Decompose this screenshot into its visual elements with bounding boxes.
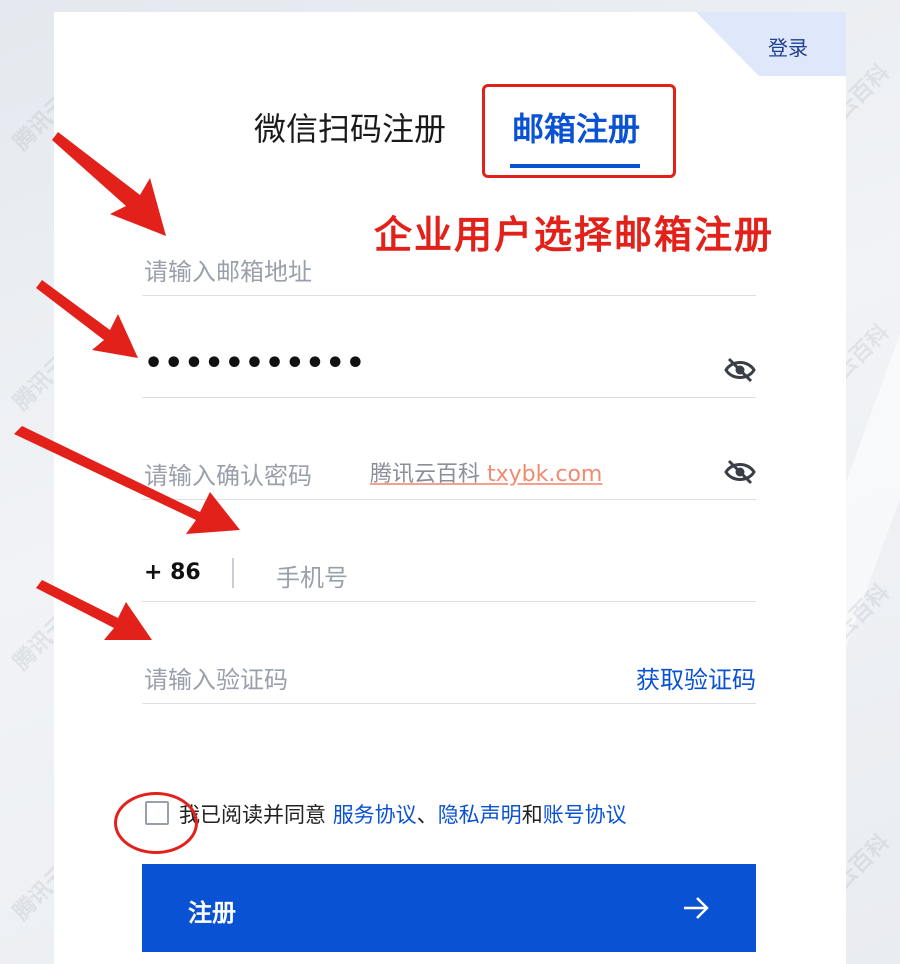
watermark-site: 腾讯云百科: [370, 462, 481, 487]
confirm-password-placeholder: 请输入确认密码: [144, 462, 312, 490]
register-button[interactable]: 注册: [142, 864, 756, 952]
phone-placeholder: 手机号: [276, 564, 348, 592]
annotation-highlight-box: [482, 84, 676, 178]
country-code-select[interactable]: + 86: [144, 560, 201, 585]
agreement-sep: 、: [416, 803, 438, 827]
email-placeholder: 请输入邮箱地址: [144, 258, 312, 286]
account-agreement-link[interactable]: 账号协议: [543, 803, 627, 827]
code-placeholder: 请输入验证码: [144, 666, 288, 694]
eye-hidden-icon[interactable]: [724, 458, 756, 486]
email-field[interactable]: 请输入邮箱地址: [142, 238, 756, 296]
service-agreement-link[interactable]: 服务协议: [333, 803, 417, 827]
agreement-text: 我已阅读并同意 服务协议、隐私声明和账号协议: [179, 799, 627, 829]
arrow-right-icon: [684, 897, 709, 919]
phone-field[interactable]: + 86 手机号: [142, 544, 756, 602]
confirm-password-field[interactable]: 请输入确认密码 腾讯云百科 txybk.com: [142, 442, 756, 500]
annotation-circle: [114, 792, 198, 854]
password-field[interactable]: •••••••••••: [142, 340, 756, 398]
register-button-label: 注册: [188, 899, 236, 927]
get-code-button[interactable]: 获取验证码: [636, 660, 756, 695]
password-value: •••••••••••: [144, 346, 366, 381]
register-card: 登录 微信扫码注册 邮箱注册 企业用户选择邮箱注册 请输入邮箱地址 ••••••…: [54, 12, 846, 964]
agreement-and: 和: [521, 803, 543, 827]
verification-code-field[interactable]: 请输入验证码 获取验证码: [142, 646, 756, 704]
privacy-statement-link[interactable]: 隐私声明: [438, 803, 522, 827]
agreement-prefix: 我已阅读并同意: [179, 803, 333, 827]
eye-hidden-icon[interactable]: [724, 356, 756, 384]
watermark-label: 腾讯云百科 txybk.com: [370, 456, 602, 488]
watermark-url: txybk.com: [487, 462, 603, 487]
divider: [232, 558, 234, 588]
login-link[interactable]: 登录: [768, 32, 808, 61]
tab-wechat-register[interactable]: 微信扫码注册: [254, 104, 446, 150]
